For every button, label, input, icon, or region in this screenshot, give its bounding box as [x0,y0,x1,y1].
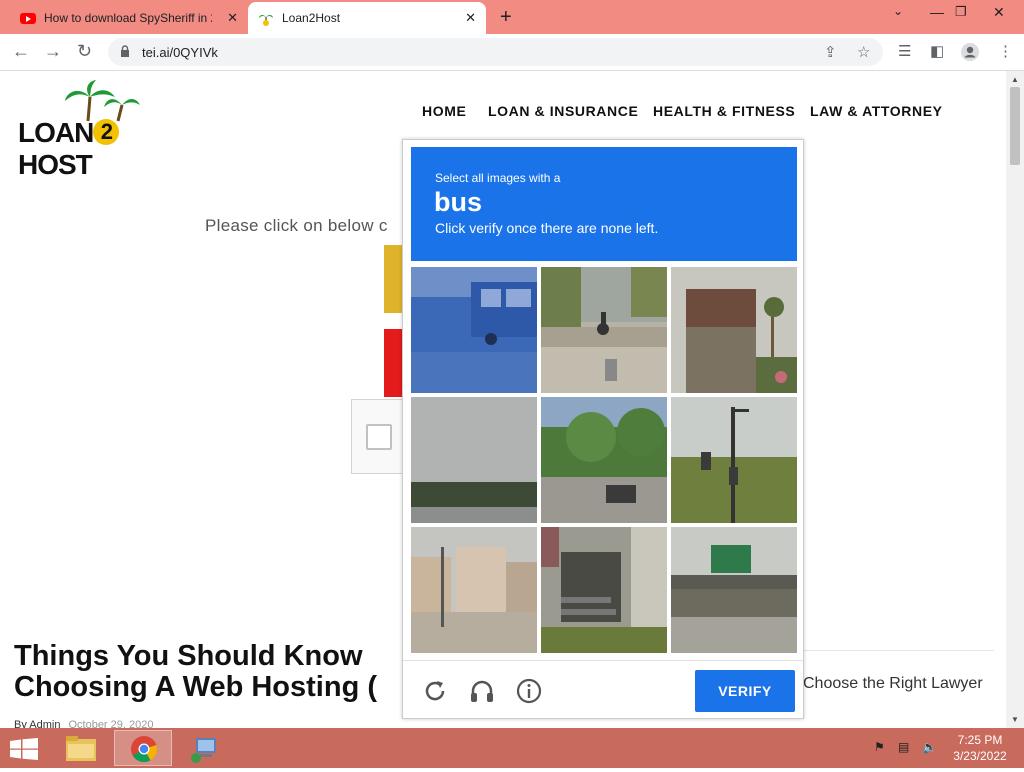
browser-toolbar: ← → ↻ tei.ai/0QYIVk ⇪ ☆ ☰ ◧ ⋮ [0,34,1024,71]
sidebar-article-link[interactable]: Choose the Right Lawyer [803,675,983,693]
instruction-text: Please click on below c [205,216,388,235]
sidebar-divider [800,650,994,651]
article-byline: By Admin October 29, 2020 [14,719,154,728]
captcha-tile[interactable] [411,267,537,393]
page-scrollbar[interactable]: ▲ ▼ [1006,71,1024,728]
restore-icon[interactable]: ❐ [955,4,967,20]
computer-icon [191,738,216,763]
captcha-challenge: Select all images with a bus Click verif… [402,139,804,719]
windows-start-icon[interactable] [10,738,38,760]
site-logo[interactable]: LOAN 2HOST [18,79,193,180]
captcha-tile[interactable] [541,397,667,523]
tab-youtube[interactable]: How to download SpySheriff in 2 ✕ [8,2,248,34]
windows-taskbar: ⚑ ▤ 🔈 7:25 PM 3/23/2022 [0,728,1024,768]
captcha-tile[interactable] [411,527,537,653]
captcha-tile[interactable] [671,267,797,393]
share-icon[interactable]: ⇪ [824,43,837,61]
tab-strip: How to download SpySheriff in 2 ✕ Loan2H… [0,0,1024,34]
captcha-tile[interactable] [541,527,667,653]
folder-icon [66,736,96,761]
reload-icon[interactable] [421,677,449,705]
info-icon[interactable] [515,677,543,705]
captcha-header: Select all images with a bus Click verif… [411,147,797,261]
window-close-icon[interactable]: ✕ [993,4,1005,21]
close-icon[interactable]: ✕ [465,10,476,26]
captcha-tile[interactable] [671,527,797,653]
file-explorer-taskbar[interactable] [52,730,110,766]
side-panel-icon[interactable]: ◧ [930,42,944,60]
reading-list-icon[interactable]: ☰ [898,42,911,60]
headphones-icon[interactable] [468,677,496,705]
captcha-tile[interactable] [671,397,797,523]
system-clock[interactable]: 7:25 PM 3/23/2022 [940,732,1020,764]
captcha-grid [411,267,797,653]
scrollbar-thumb[interactable] [1010,87,1020,165]
youtube-icon [20,12,36,24]
chrome-icon [131,736,158,763]
verify-button[interactable]: VERIFY [695,670,795,712]
captcha-footer: VERIFY [403,660,803,718]
nav-loan-insurance[interactable]: LOAN & INSURANCE [488,103,638,119]
palm-favicon [259,15,273,26]
tab-loan2host[interactable]: Loan2Host ✕ [248,2,486,34]
captcha-tile[interactable] [411,397,537,523]
profile-avatar-icon[interactable] [960,42,980,62]
scroll-down-icon[interactable]: ▼ [1011,715,1019,724]
captcha-tile[interactable] [541,267,667,393]
network-icon[interactable]: ▤ [898,740,909,754]
url-text: tei.ai/0QYIVk [142,45,218,60]
chrome-taskbar[interactable] [114,730,172,766]
address-bar[interactable]: tei.ai/0QYIVk ⇪ ☆ [108,38,883,66]
menu-kebab-icon[interactable]: ⋮ [998,42,1013,60]
new-tab-button[interactable]: + [500,6,512,29]
tab-title: Loan2Host [282,11,341,25]
minimize-icon[interactable]: — [930,4,944,20]
tab-title: How to download SpySheriff in 2 [44,11,212,25]
back-icon[interactable]: ← [12,41,30,62]
volume-muted-icon[interactable]: 🔈 [922,740,937,754]
forward-icon[interactable]: → [44,41,62,62]
action-center-flag-icon[interactable]: ⚑ [874,740,885,754]
tab-list-icon[interactable]: ⌄ [893,4,903,18]
scroll-up-icon[interactable]: ▲ [1011,75,1019,84]
lock-icon [121,45,129,57]
captcha-instruction: Click verify once there are none left. [435,220,659,236]
logo-wordmark: LOAN 2HOST [18,117,193,181]
reload-page-icon[interactable]: ↻ [77,41,92,62]
recaptcha-checkbox[interactable] [366,424,392,450]
nav-law-attorney[interactable]: LAW & ATTORNEY [810,103,943,119]
article-headline[interactable]: Things You Should Know Choosing A Web Ho… [14,641,377,703]
nav-health-fitness[interactable]: HEALTH & FITNESS [653,103,795,119]
close-icon[interactable]: ✕ [227,10,238,26]
captcha-target: bus [434,187,483,217]
nav-home[interactable]: HOME [422,103,466,119]
bookmark-star-icon[interactable]: ☆ [857,43,870,61]
captcha-prompt: Select all images with a [435,171,561,185]
network-app-taskbar[interactable] [176,730,234,766]
